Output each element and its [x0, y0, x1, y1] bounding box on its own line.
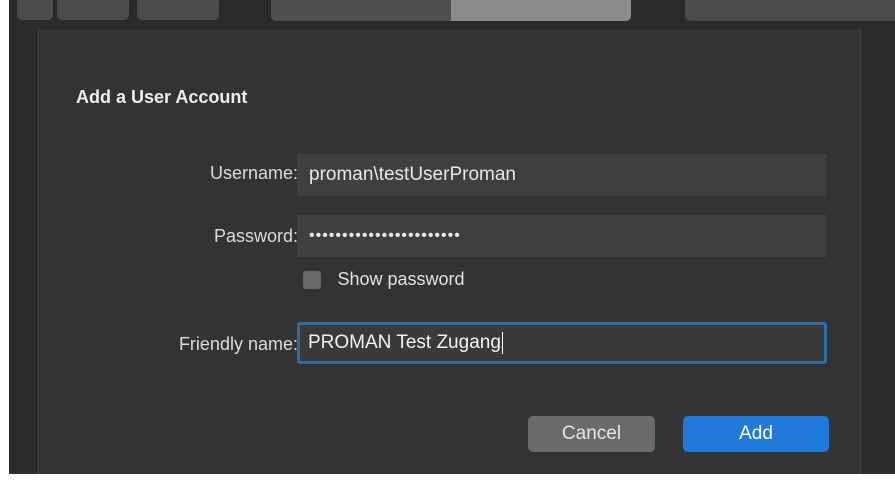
username-field[interactable]: proman\testUserProman: [297, 154, 827, 196]
friendly-name-label: Friendly name:: [178, 334, 298, 354]
toolbar-segmented-control[interactable]: [271, 0, 631, 21]
show-password-option[interactable]: Show password: [303, 269, 465, 293]
toolbar-segment-selected[interactable]: [451, 0, 631, 21]
app-window: Add a User Account Username: proman\test…: [9, 0, 895, 474]
text-cursor: [501, 331, 503, 354]
toolbar-button[interactable]: [137, 0, 219, 20]
toolbar-search-field[interactable]: [685, 0, 895, 21]
show-password-label[interactable]: Show password: [337, 269, 464, 290]
cancel-button[interactable]: Cancel: [528, 416, 655, 452]
toolbar-button[interactable]: [57, 0, 129, 20]
username-label: Username:: [209, 163, 298, 183]
toolbar: [9, 0, 895, 22]
friendly-name-value: PROMAN Test Zugang: [308, 332, 501, 353]
password-field[interactable]: •••••••••••••••••••••••: [297, 215, 827, 257]
add-button[interactable]: Add: [683, 416, 829, 452]
friendly-name-field[interactable]: PROMAN Test Zugang: [297, 322, 827, 364]
dialog-title: Add a User Account: [76, 87, 248, 107]
add-user-account-sheet: Add a User Account Username: proman\test…: [38, 29, 861, 474]
show-password-checkbox[interactable]: [303, 270, 321, 289]
password-label: Password:: [213, 226, 298, 246]
toolbar-button[interactable]: [17, 0, 53, 20]
